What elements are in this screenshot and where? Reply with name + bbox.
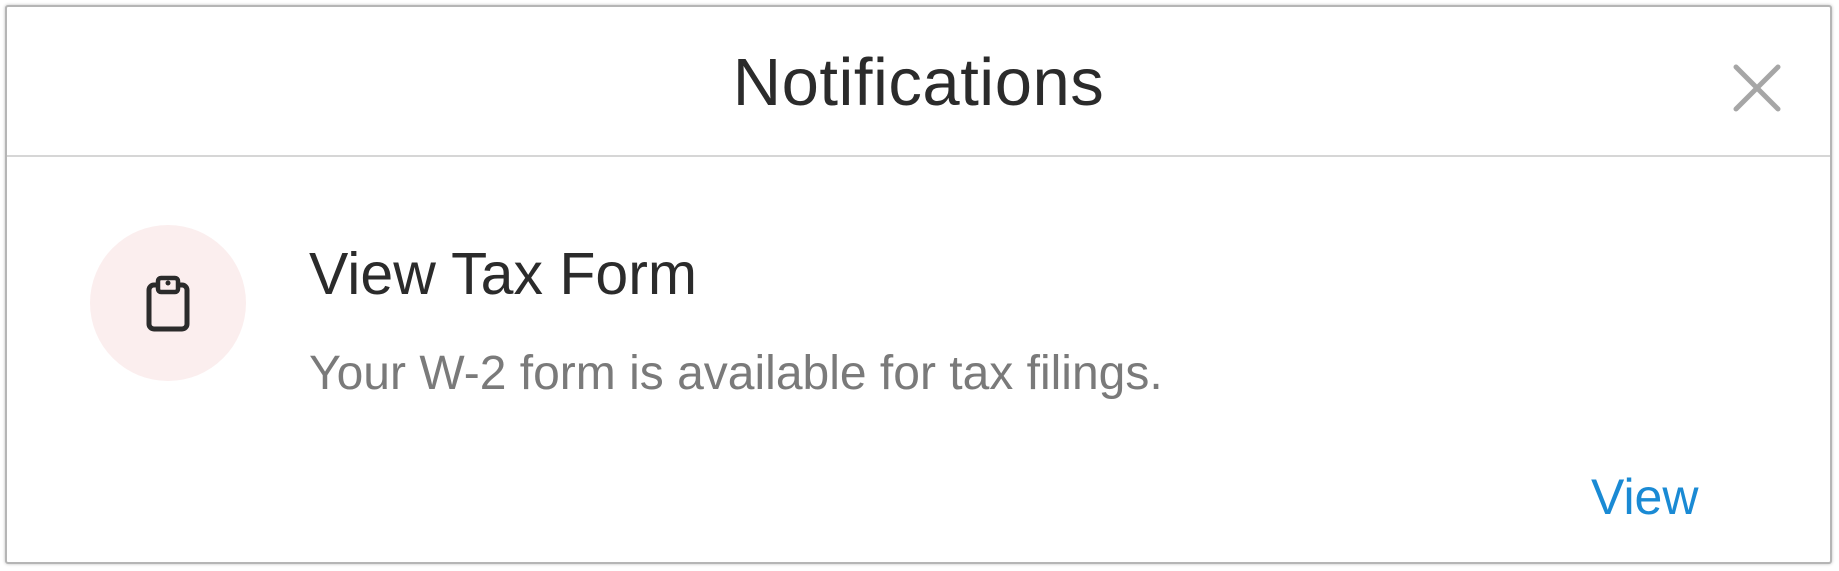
page-title: Notifications — [732, 45, 1105, 120]
close-button[interactable] — [1726, 57, 1788, 119]
view-link[interactable]: View — [1591, 467, 1698, 527]
notification-icon-badge — [90, 225, 246, 381]
panel-header: Notifications — [7, 7, 1830, 157]
notification-item: View Tax Form Your W-2 form is available… — [7, 157, 1830, 562]
close-icon — [1733, 64, 1781, 112]
notifications-panel: Notifications View Tax Form Your W-2 for… — [5, 5, 1832, 564]
notification-title: View Tax Form — [309, 241, 697, 307]
clipboard-icon — [146, 275, 190, 332]
notification-description: Your W-2 form is available for tax filin… — [309, 347, 1163, 400]
